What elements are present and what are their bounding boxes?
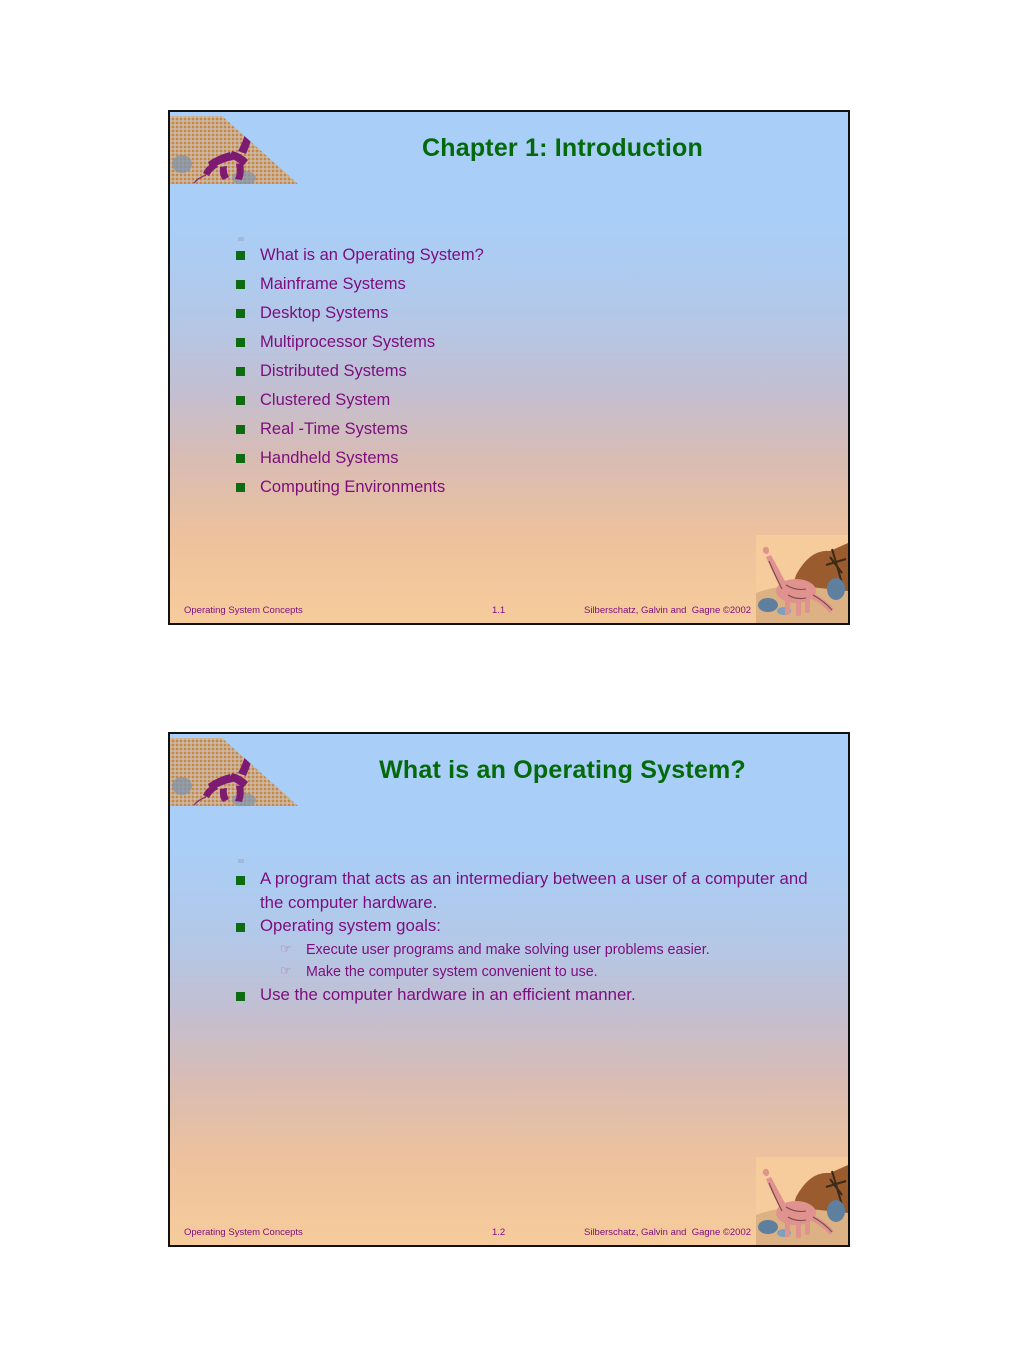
tyrannosaur-icon [170, 112, 300, 190]
green-square-icon [236, 483, 245, 492]
bullet-text: Real -Time Systems [260, 420, 408, 438]
bullet-text: Mainframe Systems [260, 275, 406, 293]
footer-slide-number: 1.1 [492, 605, 506, 616]
list-item: A program that acts as an intermediary b… [228, 867, 808, 914]
list-item: Mainframe Systems [228, 271, 808, 298]
footer-copyright: Silberschatz, Galvin and Gagne ©2002 [584, 605, 752, 616]
green-square-icon [236, 338, 245, 347]
green-square-icon [236, 367, 245, 376]
green-square-icon [236, 251, 245, 260]
list-item: Handheld Systems [228, 445, 808, 472]
slide-2-body: A program that acts as an intermediary b… [228, 867, 808, 1006]
green-square-icon [236, 454, 245, 463]
footer-slide-number: 1.2 [492, 1227, 506, 1238]
slide-2-title-band: What is an Operating System? [170, 734, 848, 812]
list-item: Desktop Systems [228, 300, 808, 327]
bullet-text: What is an Operating System? [260, 246, 484, 264]
sub-bullet-list: ☞ Execute user programs and make solving… [260, 939, 808, 983]
list-item: Use the computer hardware in an efficien… [228, 983, 808, 1007]
presentation-handout-page: Chapter 1: Introduction What is an Opera… [0, 0, 1020, 1360]
bullet-text: Handheld Systems [260, 449, 399, 467]
bullet-text: Use the computer hardware in an efficien… [260, 984, 636, 1004]
slide-1-title: Chapter 1: Introduction [422, 134, 703, 162]
list-item: Computing Environments [228, 474, 808, 501]
slide-1-bullet-list: What is an Operating System? Mainframe S… [228, 242, 808, 501]
bullet-text: A program that acts as an intermediary b… [260, 869, 808, 912]
green-square-icon [236, 309, 245, 318]
stray-mark [238, 237, 244, 241]
sub-bullet-text: Execute user programs and make solving u… [306, 941, 710, 958]
pointing-hand-icon: ☞ [280, 940, 292, 956]
slide-1-title-band: Chapter 1: Introduction [170, 112, 848, 190]
slide-1: Chapter 1: Introduction What is an Opera… [168, 110, 850, 625]
bullet-text: Computing Environments [260, 478, 446, 496]
bullet-text: Operating system goals: [260, 916, 441, 935]
slide-2-title: What is an Operating System? [379, 756, 746, 784]
list-item: Real -Time Systems [228, 416, 808, 443]
list-item: Distributed Systems [228, 358, 808, 385]
green-square-icon [236, 991, 245, 1001]
green-square-icon [236, 923, 245, 932]
list-item: What is an Operating System? [228, 242, 808, 269]
bullet-text: Clustered System [260, 391, 391, 409]
tyrannosaur-icon [170, 734, 300, 812]
green-square-icon [236, 396, 245, 405]
slide-1-footer: Operating System Concepts 1.1 Silberscha… [170, 597, 848, 623]
sub-list-item: ☞ Execute user programs and make solving… [276, 939, 808, 961]
slide-2: What is an Operating System? A program t… [168, 732, 850, 1247]
pointing-hand-icon: ☞ [280, 962, 292, 978]
slide-1-body: What is an Operating System? Mainframe S… [228, 242, 808, 503]
bullet-text: Multiprocessor Systems [260, 333, 436, 351]
list-item: Operating system goals: ☞ Execute user p… [228, 914, 808, 983]
bullet-text: Distributed Systems [260, 362, 407, 380]
slide-2-bullet-list: A program that acts as an intermediary b… [228, 867, 808, 1006]
list-item: Multiprocessor Systems [228, 329, 808, 356]
green-square-icon [236, 876, 245, 885]
list-item: Clustered System [228, 387, 808, 414]
footer-copyright: Silberschatz, Galvin and Gagne ©2002 [584, 1227, 752, 1238]
sub-list-item: ☞ Make the computer system convenient to… [276, 961, 808, 983]
bullet-text: Desktop Systems [260, 304, 389, 322]
footer-course-title: Operating System Concepts [184, 605, 303, 616]
green-square-icon [236, 425, 245, 434]
footer-course-title: Operating System Concepts [184, 1227, 303, 1238]
slide-2-footer: Operating System Concepts 1.2 Silberscha… [170, 1219, 848, 1245]
stray-mark [238, 859, 244, 863]
green-square-icon [236, 280, 245, 289]
sub-bullet-text: Make the computer system convenient to u… [306, 963, 598, 980]
